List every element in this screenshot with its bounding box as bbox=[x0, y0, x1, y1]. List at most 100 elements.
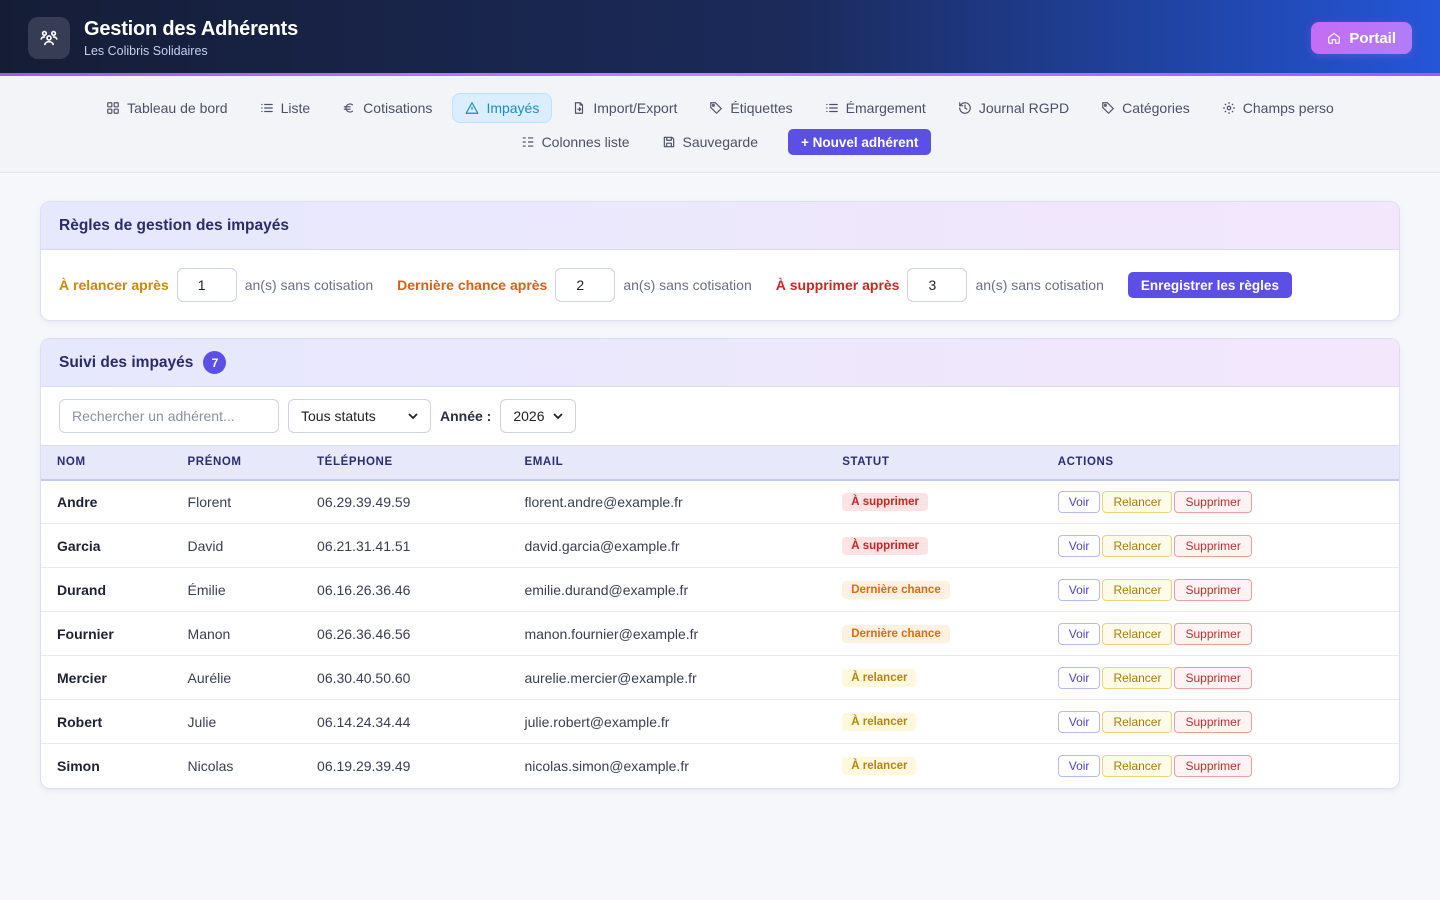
cell-nom: Robert bbox=[41, 699, 172, 744]
portal-button-label: Portail bbox=[1349, 29, 1396, 47]
tab-colonnes-liste[interactable]: Colonnes liste bbox=[509, 127, 642, 157]
tab-tableau-de-bord[interactable]: Tableau de bord bbox=[94, 93, 239, 123]
cell-tel: 06.16.26.36.46 bbox=[301, 567, 509, 612]
status-badge: À supprimer bbox=[842, 537, 928, 555]
cell-email: julie.robert@example.fr bbox=[508, 699, 827, 744]
column-header-prenom: PRÉNOM bbox=[171, 445, 302, 481]
tab-journal-rgpd[interactable]: Journal RGPD bbox=[946, 93, 1081, 123]
columns-icon bbox=[521, 135, 535, 149]
status-badge: À relancer bbox=[842, 713, 917, 731]
remind-button[interactable]: Relancer bbox=[1102, 578, 1173, 601]
cell-actions: Voir Relancer Supprimer bbox=[1042, 744, 1399, 788]
delete-button[interactable]: Supprimer bbox=[1174, 622, 1252, 645]
table-row: Garcia David 06.21.31.41.51 david.garcia@ex… bbox=[41, 523, 1399, 568]
remind-button[interactable]: Relancer bbox=[1102, 754, 1173, 777]
cell-statut: À relancer bbox=[826, 744, 1042, 788]
tab-label: Colonnes liste bbox=[541, 134, 630, 150]
cell-prenom: Aurélie bbox=[171, 655, 302, 700]
table-row: Robert Julie 06.14.24.34.44 julie.robert@ex… bbox=[41, 699, 1399, 744]
home-icon bbox=[1328, 32, 1341, 44]
portal-button[interactable]: Portail bbox=[1311, 22, 1412, 54]
new-member-button[interactable]: + Nouvel adhérent bbox=[788, 129, 932, 155]
tab-emargement[interactable]: Émargement bbox=[813, 93, 938, 123]
status-badge: À supprimer bbox=[842, 493, 928, 512]
rule-years-input-a-relancer-apres[interactable] bbox=[176, 268, 237, 302]
tab-etiquettes[interactable]: Étiquettes bbox=[697, 93, 804, 123]
status-badge: Dernière chance bbox=[842, 625, 950, 643]
app-subtitle: Les Colibris Solidaires bbox=[84, 44, 208, 58]
table-row: Andre Florent 06.29.39.49.59 florent.andre@… bbox=[41, 479, 1399, 524]
view-button[interactable]: Voir bbox=[1057, 490, 1101, 513]
delete-button[interactable]: Supprimer bbox=[1174, 754, 1252, 777]
status-select-value: Tous statuts bbox=[301, 408, 376, 424]
tab-label: Étiquettes bbox=[730, 100, 793, 116]
tab-import-export[interactable]: Import/Export bbox=[560, 93, 689, 123]
table-row: Durand Émilie 06.16.26.36.46 emilie.durand@… bbox=[41, 567, 1399, 612]
app-title: Gestion des Adhérents bbox=[84, 18, 298, 40]
remind-button[interactable]: Relancer bbox=[1102, 534, 1173, 557]
tab-label: Journal RGPD bbox=[978, 100, 1070, 116]
main-nav: Tableau de bord Liste Cotisations Impayés Im… bbox=[0, 76, 1440, 173]
status-badge: Dernière chance bbox=[842, 581, 950, 599]
view-button[interactable]: Voir bbox=[1057, 754, 1101, 777]
list-icon bbox=[260, 101, 274, 115]
rule-suffix: an(s) sans cotisation bbox=[623, 277, 752, 293]
cell-statut: Dernière chance bbox=[826, 611, 1042, 656]
cell-nom: Simon bbox=[57, 757, 100, 774]
view-button[interactable]: Voir bbox=[1057, 666, 1101, 689]
remind-button[interactable]: Relancer bbox=[1102, 710, 1173, 733]
tab-label: Tableau de bord bbox=[127, 100, 228, 116]
year-label: Année : bbox=[440, 408, 492, 424]
remind-button[interactable]: Relancer bbox=[1102, 622, 1173, 645]
cell-statut: Dernière chance bbox=[826, 567, 1042, 612]
view-button[interactable]: Voir bbox=[1057, 578, 1101, 601]
delete-button[interactable]: Supprimer bbox=[1174, 578, 1252, 601]
delete-button[interactable]: Supprimer bbox=[1174, 490, 1252, 513]
tab-label: Champs perso bbox=[1242, 100, 1334, 116]
tab-champs-perso[interactable]: Champs perso bbox=[1210, 93, 1346, 123]
tracking-card-title: Suivi des impayés bbox=[59, 353, 194, 371]
unpaid-table: NOM PRÉNOM TÉLÉPHONE EMAIL STATUT ACTIONS And… bbox=[41, 445, 1399, 788]
tab-categories[interactable]: Catégories bbox=[1089, 93, 1202, 123]
view-button[interactable]: Voir bbox=[1057, 710, 1101, 733]
column-header-actions: ACTIONS bbox=[1041, 445, 1399, 481]
delete-button[interactable]: Supprimer bbox=[1174, 666, 1252, 689]
tab-impayes[interactable]: Impayés bbox=[452, 93, 553, 123]
remind-button[interactable]: Relancer bbox=[1102, 666, 1173, 689]
save-rules-button[interactable]: Enregistrer les règles bbox=[1127, 272, 1292, 298]
year-select[interactable]: 2026 bbox=[500, 399, 577, 433]
rule-years-input-derniere-chance-apres[interactable] bbox=[555, 268, 616, 302]
cell-email: aurelie.mercier@example.fr bbox=[508, 655, 827, 700]
cell-nom: Andre bbox=[41, 479, 172, 524]
year-select-value: 2026 bbox=[513, 408, 545, 424]
view-button[interactable]: Voir bbox=[1057, 622, 1101, 645]
cell-prenom: Émilie bbox=[171, 567, 302, 612]
app-header: Gestion des Adhérents Les Colibris Solid… bbox=[0, 0, 1440, 76]
cell-prenom: David bbox=[171, 523, 302, 568]
tab-label: Import/Export bbox=[593, 100, 678, 116]
rule-suffix: an(s) sans cotisation bbox=[244, 277, 374, 293]
view-button[interactable]: Voir bbox=[1057, 534, 1101, 557]
list-icon bbox=[825, 101, 839, 115]
tab-sauvegarde[interactable]: Sauvegarde bbox=[650, 127, 771, 157]
cell-prenom: Florent bbox=[171, 479, 302, 524]
cell-statut: À relancer bbox=[826, 655, 1042, 700]
cell-tel: 06.29.39.49.59 bbox=[301, 479, 509, 524]
tab-liste[interactable]: Liste bbox=[248, 93, 323, 123]
cell-prenom: Nicolas bbox=[187, 757, 234, 774]
grid-icon bbox=[106, 101, 120, 115]
delete-button[interactable]: Supprimer bbox=[1174, 710, 1252, 733]
warning-icon bbox=[465, 101, 479, 115]
status-select[interactable]: Tous statuts bbox=[288, 399, 431, 433]
cell-email: emilie.durand@example.fr bbox=[508, 567, 827, 612]
delete-button[interactable]: Supprimer bbox=[1174, 534, 1252, 557]
search-input[interactable] bbox=[59, 399, 279, 433]
cell-nom: Fournier bbox=[41, 611, 172, 656]
tab-cotisations[interactable]: Cotisations bbox=[330, 93, 444, 123]
cell-actions: Voir Relancer Supprimer bbox=[1041, 523, 1399, 568]
cell-statut: À relancer bbox=[826, 699, 1042, 744]
cell-actions: Voir Relancer Supprimer bbox=[1041, 567, 1399, 612]
rule-years-input-a-supprimer-apres[interactable] bbox=[907, 268, 968, 302]
remind-button[interactable]: Relancer bbox=[1102, 490, 1173, 513]
table-row: Fournier Manon 06.26.36.46.56 manon.fournie… bbox=[41, 611, 1399, 656]
